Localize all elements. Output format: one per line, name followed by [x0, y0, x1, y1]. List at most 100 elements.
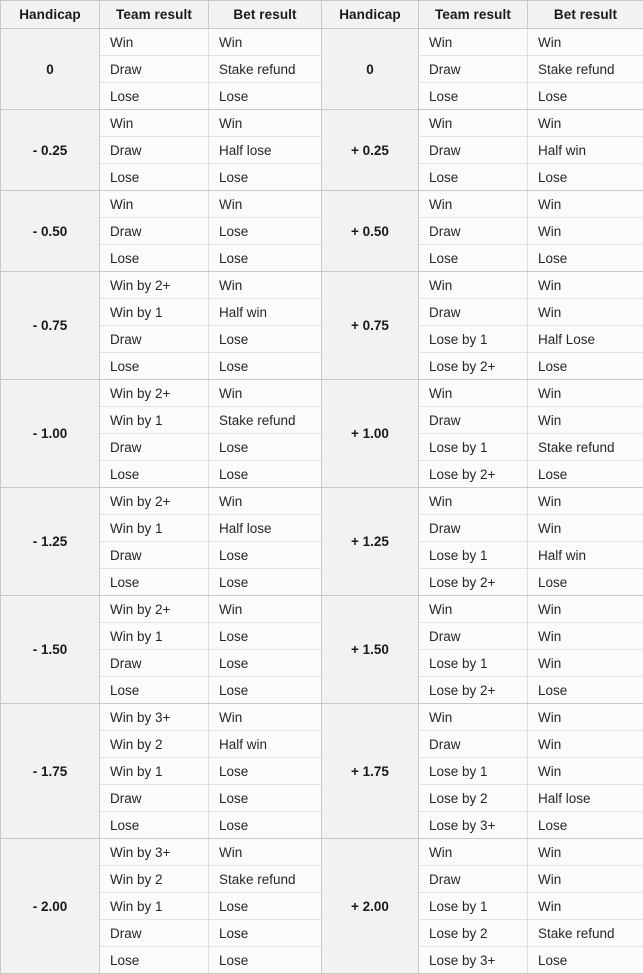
- column-header-team-result-right: Team result: [419, 1, 528, 29]
- team-result-right: Lose by 2+: [419, 353, 528, 380]
- team-result-left: Lose: [100, 164, 209, 191]
- bet-result-left: Lose: [209, 353, 322, 380]
- bet-result-right: Lose: [528, 245, 643, 272]
- team-result-right: Win: [419, 704, 528, 731]
- bet-result-right: Half win: [528, 542, 643, 569]
- bet-result-right: Stake refund: [528, 434, 643, 461]
- team-result-right: Lose by 1: [419, 758, 528, 785]
- handicap-value-left: - 0.25: [1, 110, 100, 191]
- team-result-left: Win by 2+: [100, 596, 209, 623]
- table-row: - 1.25Win by 2+Win+ 1.25WinWin: [1, 488, 643, 515]
- handicap-value-right: + 1.00: [322, 380, 419, 488]
- bet-result-left: Win: [209, 191, 322, 218]
- handicap-value-left: - 0.75: [1, 272, 100, 380]
- handicap-value-left: - 0.50: [1, 191, 100, 272]
- bet-result-right: Win: [528, 839, 643, 866]
- asian-handicap-table: Handicap Team result Bet result Handicap…: [0, 0, 643, 974]
- column-header-team-result-left: Team result: [100, 1, 209, 29]
- table-header: Handicap Team result Bet result Handicap…: [1, 1, 643, 29]
- bet-result-left: Lose: [209, 623, 322, 650]
- team-result-left: Draw: [100, 326, 209, 353]
- team-result-right: Win: [419, 110, 528, 137]
- team-result-right: Win: [419, 191, 528, 218]
- team-result-right: Draw: [419, 731, 528, 758]
- bet-result-right: Stake refund: [528, 920, 643, 947]
- bet-result-right: Win: [528, 758, 643, 785]
- bet-result-left: Lose: [209, 569, 322, 596]
- team-result-left: Win: [100, 110, 209, 137]
- bet-result-left: Lose: [209, 947, 322, 974]
- team-result-right: Draw: [419, 407, 528, 434]
- header-row: Handicap Team result Bet result Handicap…: [1, 1, 643, 29]
- handicap-value-right: + 0.50: [322, 191, 419, 272]
- team-result-right: Win: [419, 29, 528, 56]
- table-row: - 0.25WinWin+ 0.25WinWin: [1, 110, 643, 137]
- column-header-bet-result-right: Bet result: [528, 1, 643, 29]
- team-result-left: Lose: [100, 812, 209, 839]
- team-result-left: Win by 1: [100, 515, 209, 542]
- team-result-right: Lose by 2: [419, 785, 528, 812]
- bet-result-left: Lose: [209, 650, 322, 677]
- team-result-left: Win by 2: [100, 731, 209, 758]
- column-header-handicap-left: Handicap: [1, 1, 100, 29]
- team-result-left: Win: [100, 191, 209, 218]
- team-result-right: Draw: [419, 56, 528, 83]
- bet-result-right: Lose: [528, 569, 643, 596]
- bet-result-right: Lose: [528, 461, 643, 488]
- team-result-left: Win by 1: [100, 299, 209, 326]
- bet-result-right: Win: [528, 650, 643, 677]
- team-result-right: Draw: [419, 515, 528, 542]
- team-result-left: Draw: [100, 56, 209, 83]
- team-result-left: Lose: [100, 569, 209, 596]
- table-row: - 1.75Win by 3+Win+ 1.75WinWin: [1, 704, 643, 731]
- team-result-right: Draw: [419, 866, 528, 893]
- team-result-left: Win by 1: [100, 758, 209, 785]
- handicap-value-left: - 2.00: [1, 839, 100, 974]
- team-result-right: Lose by 1: [419, 326, 528, 353]
- team-result-left: Lose: [100, 947, 209, 974]
- team-result-right: Lose: [419, 245, 528, 272]
- bet-result-right: Win: [528, 299, 643, 326]
- bet-result-left: Lose: [209, 893, 322, 920]
- team-result-left: Draw: [100, 650, 209, 677]
- bet-result-left: Stake refund: [209, 56, 322, 83]
- team-result-right: Lose: [419, 83, 528, 110]
- bet-result-right: Win: [528, 488, 643, 515]
- team-result-left: Lose: [100, 83, 209, 110]
- table-body: 0WinWin0WinWinDrawStake refundDrawStake …: [1, 29, 643, 974]
- bet-result-left: Half lose: [209, 515, 322, 542]
- team-result-right: Draw: [419, 623, 528, 650]
- bet-result-right: Half lose: [528, 785, 643, 812]
- bet-result-left: Lose: [209, 677, 322, 704]
- handicap-value-left: - 1.25: [1, 488, 100, 596]
- bet-result-right: Half Lose: [528, 326, 643, 353]
- team-result-right: Draw: [419, 137, 528, 164]
- team-result-right: Win: [419, 488, 528, 515]
- team-result-left: Win: [100, 29, 209, 56]
- bet-result-left: Lose: [209, 164, 322, 191]
- team-result-right: Lose: [419, 164, 528, 191]
- bet-result-right: Win: [528, 218, 643, 245]
- team-result-left: Draw: [100, 785, 209, 812]
- team-result-left: Lose: [100, 245, 209, 272]
- bet-result-right: Win: [528, 515, 643, 542]
- table-row: - 1.50Win by 2+Win+ 1.50WinWin: [1, 596, 643, 623]
- team-result-left: Win by 2+: [100, 488, 209, 515]
- bet-result-right: Win: [528, 623, 643, 650]
- bet-result-left: Lose: [209, 758, 322, 785]
- column-header-handicap-right: Handicap: [322, 1, 419, 29]
- bet-result-left: Lose: [209, 326, 322, 353]
- bet-result-left: Win: [209, 839, 322, 866]
- handicap-value-left: - 1.75: [1, 704, 100, 839]
- table-row: - 0.75Win by 2+Win+ 0.75WinWin: [1, 272, 643, 299]
- bet-result-left: Lose: [209, 812, 322, 839]
- bet-result-right: Win: [528, 731, 643, 758]
- team-result-left: Draw: [100, 434, 209, 461]
- table-row: - 2.00Win by 3+Win+ 2.00WinWin: [1, 839, 643, 866]
- bet-result-right: Lose: [528, 812, 643, 839]
- bet-result-right: Lose: [528, 353, 643, 380]
- bet-result-left: Win: [209, 110, 322, 137]
- team-result-left: Win by 2+: [100, 272, 209, 299]
- team-result-left: Lose: [100, 353, 209, 380]
- team-result-left: Draw: [100, 218, 209, 245]
